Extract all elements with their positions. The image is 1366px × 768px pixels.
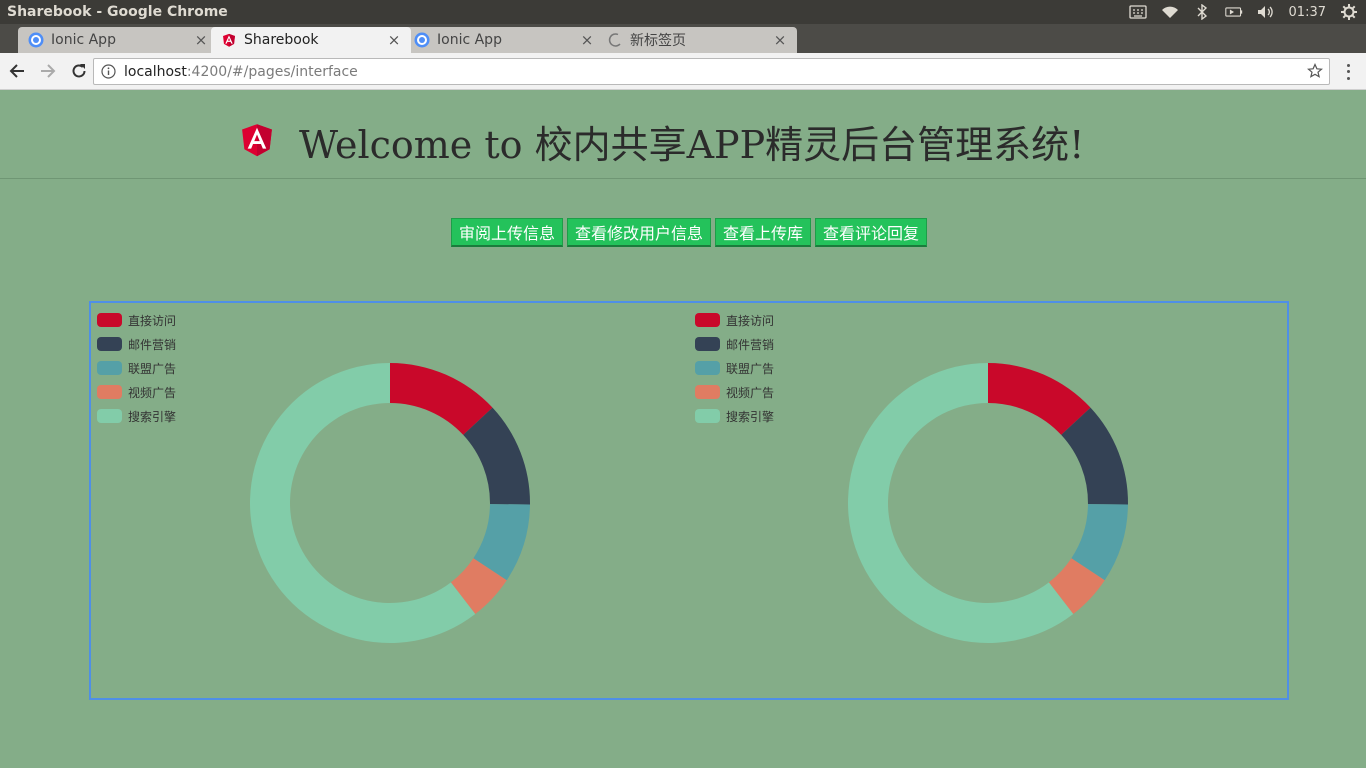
legend-label: 联盟广告 [128,361,177,376]
url-path: :4200/#/pages/interface [186,63,358,80]
page-content: Welcome to 校内共享APP精灵后台管理系统! 审阅上传信息 查看修改用… [0,90,1366,768]
donut-chart-left: 直接访问邮件营销联盟广告视频广告搜索引擎 [91,303,689,698]
page-header: Welcome to 校内共享APP精灵后台管理系统! [0,90,1366,179]
review-uploads-button[interactable]: 审阅上传信息 [451,218,564,247]
legend-item[interactable]: 联盟广告 [695,356,774,380]
tab-title: 新标签页 [630,33,686,49]
legend-label: 搜索引擎 [128,409,177,424]
legend-item[interactable]: 直接访问 [97,308,176,332]
chart-legend: 直接访问邮件营销联盟广告视频广告搜索引擎 [97,308,176,428]
info-icon[interactable] [100,64,116,80]
tab-title: Sharebook [244,32,319,48]
bookmark-star-icon[interactable] [1307,63,1323,83]
legend-item[interactable]: 搜索引擎 [695,404,774,428]
url-host: localhost [124,63,187,80]
legend-item[interactable]: 视频广告 [97,380,176,404]
tab-ionic-app-2[interactable]: Ionic App × [404,27,604,53]
legend-item[interactable]: 视频广告 [695,380,774,404]
edit-users-button[interactable]: 查看修改用户信息 [567,218,712,247]
address-bar[interactable]: localhost:4200/#/pages/interface [93,58,1330,85]
upload-library-button[interactable]: 查看上传库 [715,218,812,247]
legend-item[interactable]: 联盟广告 [97,356,176,380]
legend-label: 邮件营销 [128,337,177,352]
page-title: Welcome to 校内共享APP精灵后台管理系统! [299,123,1085,167]
donut-svg [249,363,530,643]
clock[interactable]: 01:37 [1289,5,1326,20]
system-tray: 01:37 [1128,4,1366,20]
angular-logo-icon [237,119,277,163]
legend-swatch [97,409,122,423]
ionic-icon [28,32,44,48]
legend-label: 视频广告 [726,385,775,400]
legend-label: 联盟广告 [726,361,775,376]
donut-svg [847,363,1128,643]
legend-swatch [97,361,122,375]
tab-title: Ionic App [51,32,116,48]
close-tab-icon[interactable]: × [387,31,401,49]
legend-item[interactable]: 直接访问 [695,308,774,332]
ionic-icon [414,32,430,48]
back-arrow-icon[interactable] [3,57,31,85]
legend-item[interactable]: 搜索引擎 [97,404,176,428]
angular-icon [221,32,237,48]
legend-label: 直接访问 [726,313,775,328]
settings-gear-icon[interactable] [1340,4,1358,20]
legend-label: 直接访问 [128,313,177,328]
legend-label: 搜索引擎 [726,409,775,424]
bluetooth-icon[interactable] [1193,4,1211,20]
close-tab-icon[interactable]: × [194,31,208,49]
window-title: Sharebook - Google Chrome [7,4,228,20]
legend-item[interactable]: 邮件营销 [695,332,774,356]
tab-strip: Ionic App × Sharebook × Ionic App × 新标签页… [0,24,1366,71]
loading-spinner-icon [607,32,623,48]
legend-swatch [97,337,122,351]
tab-title: Ionic App [437,32,502,48]
browser-toolbar: localhost:4200/#/pages/interface [0,53,1366,90]
tab-ionic-app-1[interactable]: Ionic App × [18,27,218,53]
keyboard-icon[interactable] [1128,4,1147,20]
tab-sharebook[interactable]: Sharebook × [211,27,411,53]
forward-arrow-icon[interactable] [34,57,62,85]
battery-icon[interactable] [1224,4,1243,20]
legend-label: 邮件营销 [726,337,775,352]
legend-swatch [695,313,720,327]
legend-label: 视频广告 [128,385,177,400]
browser-menu-icon[interactable] [1340,62,1356,82]
nav-button-row: 审阅上传信息 查看修改用户信息 查看上传库 查看评论回复 [451,218,928,247]
legend-swatch [695,385,720,399]
legend-swatch [97,313,122,327]
comments-button[interactable]: 查看评论回复 [815,218,928,247]
reload-icon[interactable] [65,57,93,85]
donut-chart-right: 直接访问邮件营销联盟广告视频广告搜索引擎 [689,303,1287,698]
legend-swatch [97,385,122,399]
legend-swatch [695,361,720,375]
os-title-bar: Sharebook - Google Chrome 01:37 [0,0,1366,24]
close-tab-icon[interactable]: × [580,31,594,49]
volume-icon[interactable] [1257,4,1275,20]
chart-legend: 直接访问邮件营销联盟广告视频广告搜索引擎 [695,308,774,428]
close-tab-icon[interactable]: × [773,31,787,49]
legend-swatch [695,337,720,351]
legend-swatch [695,409,720,423]
charts-container: 直接访问邮件营销联盟广告视频广告搜索引擎 直接访问邮件营销联盟广告视频广告搜索引… [89,301,1289,700]
legend-item[interactable]: 邮件营销 [97,332,176,356]
tab-new-tab[interactable]: 新标签页 × [597,27,797,53]
wifi-icon[interactable] [1161,4,1179,20]
